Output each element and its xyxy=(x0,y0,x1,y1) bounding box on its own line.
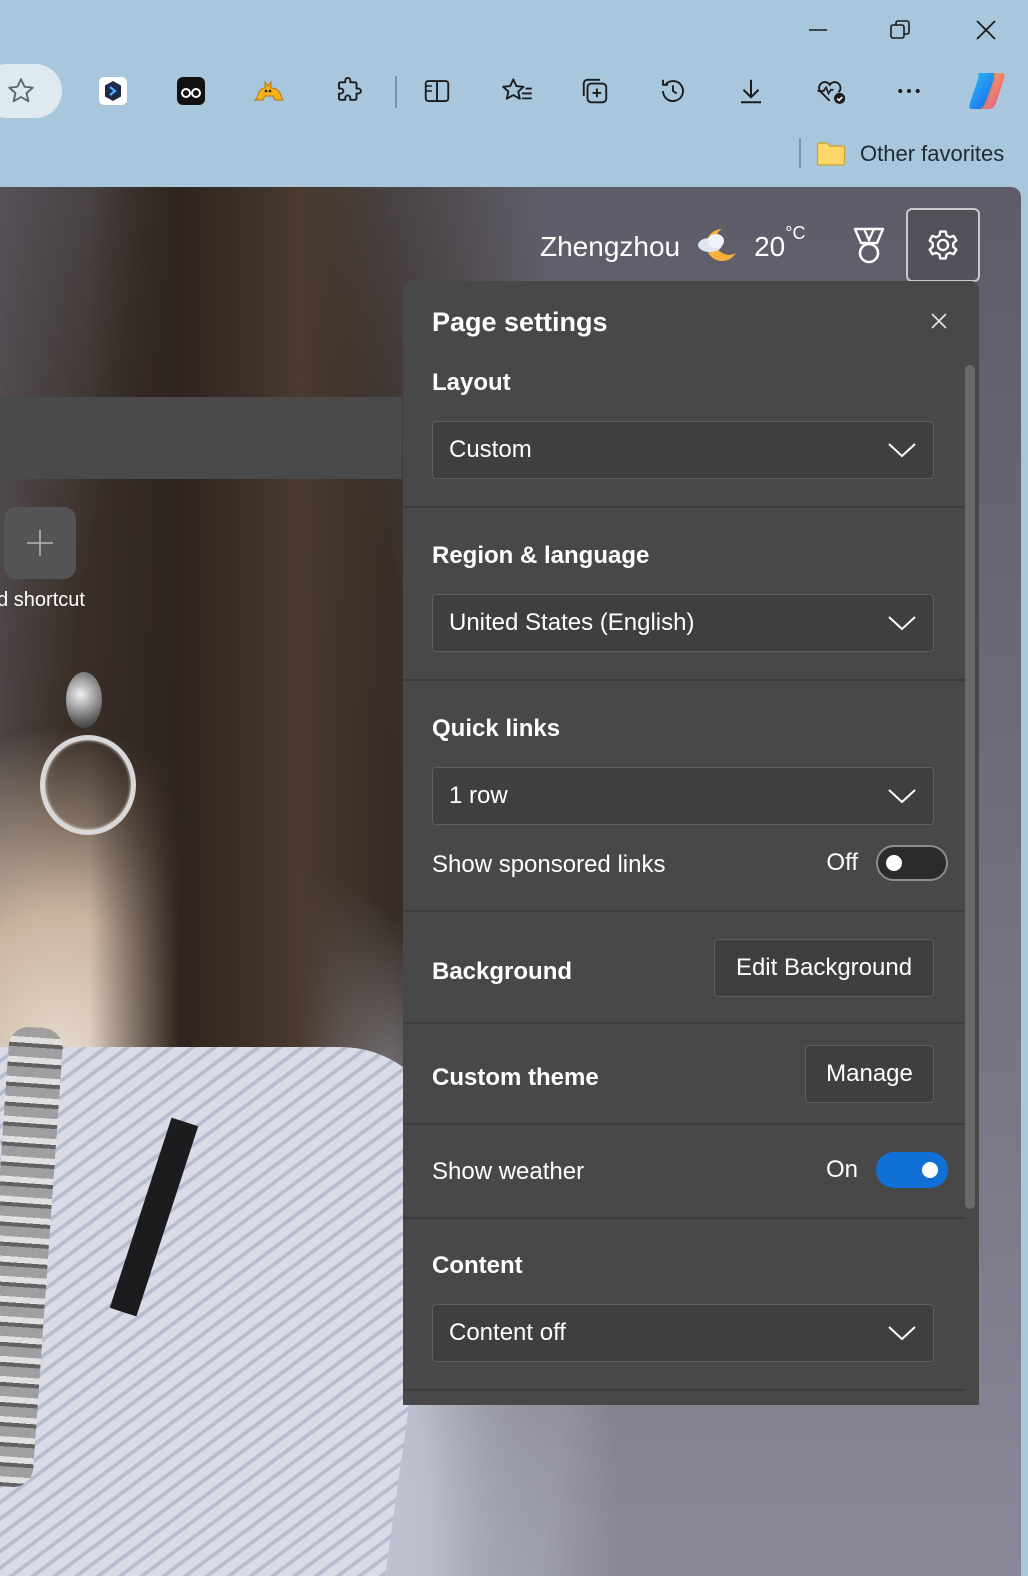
weather-widget[interactable]: Zhengzhou 20°C xyxy=(540,223,805,271)
more-button[interactable] xyxy=(884,66,934,116)
edit-background-button[interactable]: Edit Background xyxy=(714,939,934,997)
content-dropdown[interactable]: Content off xyxy=(432,1304,934,1362)
favorites-icon xyxy=(502,78,532,100)
browser-chrome: Other favorites xyxy=(0,0,1028,188)
panel-title: Page settings xyxy=(432,307,608,337)
region-language-value: United States (English) xyxy=(449,609,695,636)
divider xyxy=(403,1123,965,1125)
divider xyxy=(403,1389,965,1391)
other-favorites-button[interactable]: Other favorites xyxy=(816,137,1004,171)
more-icon xyxy=(898,89,920,93)
manage-theme-button[interactable]: Manage xyxy=(805,1045,934,1103)
close-window-button[interactable] xyxy=(960,8,1012,52)
panel-scrollbar[interactable] xyxy=(965,365,975,1209)
weather-city: Zhengzhou xyxy=(540,231,681,262)
sponsored-links-toggle-row: Off xyxy=(826,845,948,881)
extension-codeium-button[interactable] xyxy=(88,66,138,116)
add-shortcut-label: dd shortcut xyxy=(0,589,85,611)
restore-button[interactable] xyxy=(874,8,926,52)
layout-value: Custom xyxy=(449,436,532,463)
gear-icon xyxy=(928,230,958,260)
show-weather-toggle[interactable] xyxy=(876,1152,948,1188)
browser-essentials-button[interactable] xyxy=(806,66,856,116)
sponsored-links-state: Off xyxy=(826,849,858,876)
favorite-star-icon xyxy=(8,78,34,103)
history-icon xyxy=(662,79,684,102)
rewards-medal-icon xyxy=(853,227,885,264)
chevron-down-icon xyxy=(888,789,916,804)
toolbar-separator xyxy=(395,76,397,108)
divider xyxy=(403,1217,965,1219)
sponsored-links-toggle[interactable] xyxy=(876,845,948,881)
divider xyxy=(403,1022,965,1024)
background-label: Background xyxy=(432,958,573,985)
background-image-earring xyxy=(66,672,102,728)
search-bar-area[interactable] xyxy=(0,397,402,479)
page-settings-panel: Page settings Layout Custom Region & lan… xyxy=(403,281,979,1405)
favorite-star-button[interactable] xyxy=(0,64,62,118)
layout-dropdown[interactable]: Custom xyxy=(432,421,934,479)
sponsored-links-label: Show sponsored links xyxy=(432,851,666,878)
quick-links-label: Quick links xyxy=(432,715,561,742)
rewards-button[interactable] xyxy=(846,223,892,269)
plus-icon xyxy=(27,530,53,556)
downloads-button[interactable] xyxy=(726,66,776,116)
layout-label: Layout xyxy=(432,369,511,396)
page-settings-button[interactable] xyxy=(906,208,980,282)
split-screen-button[interactable] xyxy=(412,66,462,116)
restore-icon xyxy=(890,20,910,39)
quick-links-value: 1 row xyxy=(449,782,508,809)
partly-cloudy-night-icon xyxy=(698,229,737,261)
divider xyxy=(403,910,965,912)
divider xyxy=(403,679,965,681)
collections-button[interactable] xyxy=(570,66,620,116)
favorites-bar-separator xyxy=(799,138,801,168)
show-weather-toggle-row: On xyxy=(826,1152,948,1188)
background-image-earring-ring xyxy=(40,735,136,835)
history-button[interactable] xyxy=(648,66,698,116)
favorites-button[interactable] xyxy=(492,66,542,116)
extensions-button[interactable] xyxy=(324,66,374,116)
collections-icon xyxy=(582,78,608,104)
quick-links-dropdown[interactable]: 1 row xyxy=(432,767,934,825)
extension-glasses-button[interactable] xyxy=(166,66,216,116)
extension-glasses-icon xyxy=(177,77,205,105)
toggle-knob xyxy=(886,855,902,871)
split-screen-icon xyxy=(424,80,450,102)
downloads-icon xyxy=(741,79,761,104)
divider xyxy=(403,506,965,508)
copilot-icon xyxy=(969,73,1005,109)
add-shortcut-button[interactable] xyxy=(4,507,76,579)
extension-codeium-icon xyxy=(99,77,127,105)
minimize-icon xyxy=(809,29,827,31)
extension-cat-icon xyxy=(253,80,284,101)
browser-essentials-icon xyxy=(817,81,846,104)
chevron-down-icon xyxy=(888,616,916,631)
minimize-button[interactable] xyxy=(792,8,844,52)
custom-theme-label: Custom theme xyxy=(432,1064,599,1091)
close-icon xyxy=(976,20,996,40)
region-language-label: Region & language xyxy=(432,542,650,569)
new-tab-page: dd shortcut Zhengzhou 20°C Page settings… xyxy=(0,187,1021,1576)
toggle-knob xyxy=(922,1162,938,1178)
chevron-down-icon xyxy=(888,443,916,458)
extension-cat-button[interactable] xyxy=(244,66,294,116)
close-icon xyxy=(931,313,947,329)
folder-icon xyxy=(816,142,846,166)
panel-close-button[interactable] xyxy=(921,303,957,339)
content-label: Content xyxy=(432,1252,523,1279)
extensions-puzzle-icon xyxy=(338,76,362,101)
weather-temperature: 20°C xyxy=(754,223,806,262)
region-language-dropdown[interactable]: United States (English) xyxy=(432,594,934,652)
background-image-shirt xyxy=(0,1047,460,1576)
chevron-down-icon xyxy=(888,1326,916,1341)
show-weather-label: Show weather xyxy=(432,1158,585,1185)
copilot-button[interactable] xyxy=(962,66,1012,116)
other-favorites-label: Other favorites xyxy=(860,141,1005,166)
content-value: Content off xyxy=(449,1319,566,1346)
show-weather-state: On xyxy=(825,1156,858,1183)
